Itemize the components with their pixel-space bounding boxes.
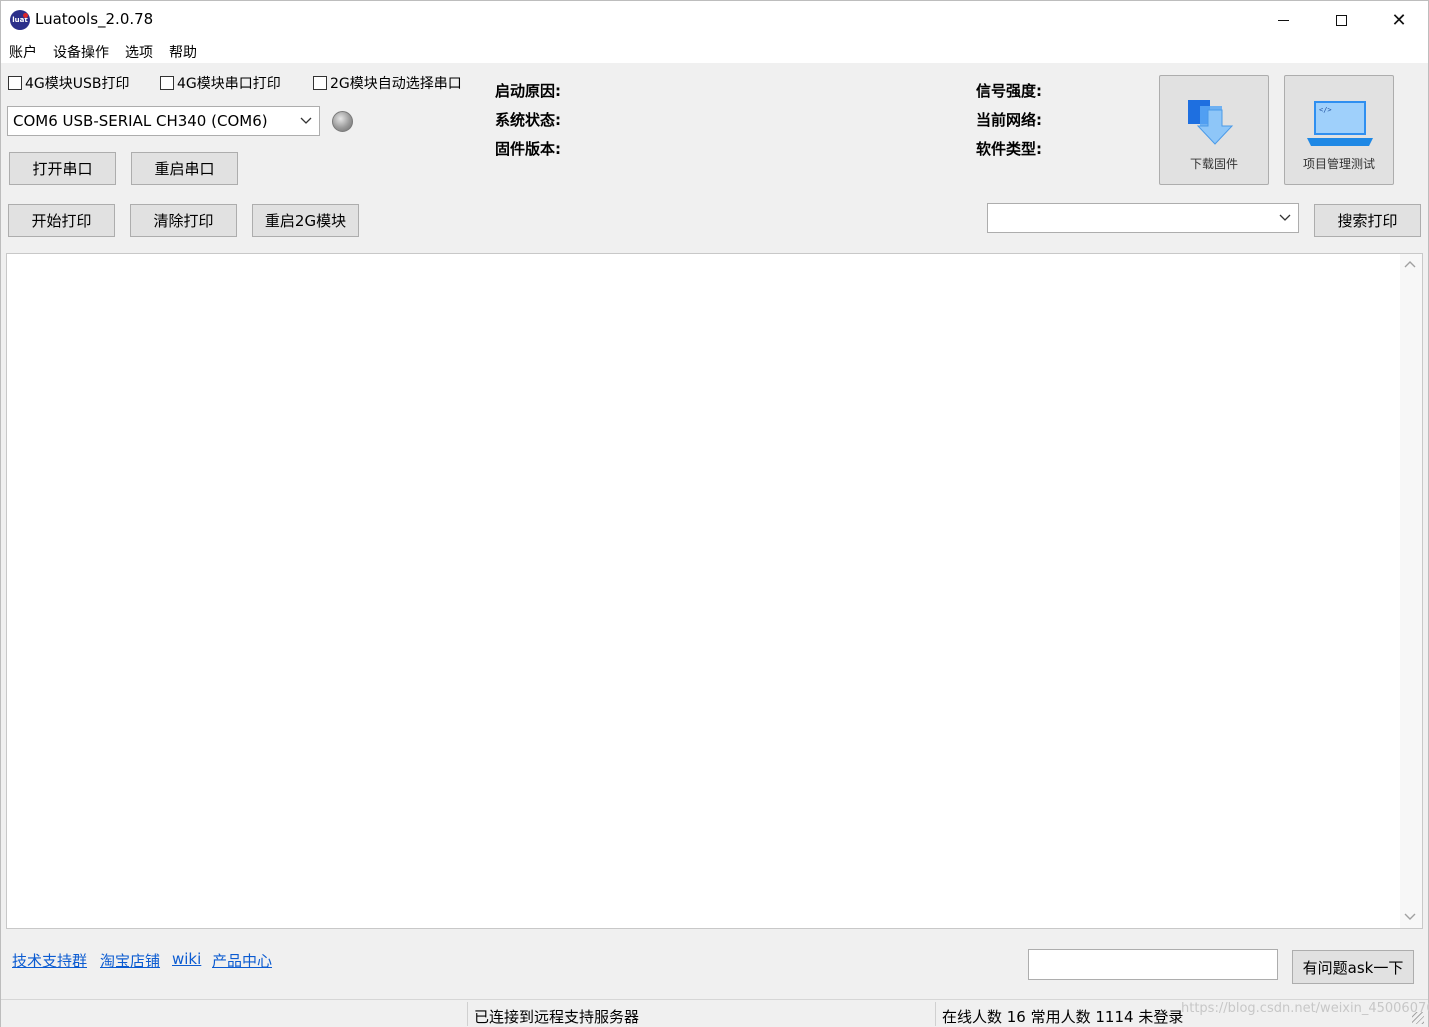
svg-text:</>: </> [1319, 106, 1332, 114]
minimize-icon [1277, 19, 1289, 21]
checkbox-4g-serial-print[interactable]: 4G模块串口打印 [160, 73, 281, 93]
log-output-area[interactable] [6, 253, 1423, 929]
watermark-text: https://blog.csdn.net/weixin_45006076 [1181, 1001, 1429, 1016]
project-management-label: 项目管理测试 [1302, 157, 1375, 171]
status-led-icon [332, 111, 353, 132]
menu-bar: 账户 设备操作 选项 帮助 [1, 39, 1428, 63]
chevron-down-icon [299, 113, 313, 127]
download-firmware-label: 下载固件 [1189, 157, 1238, 171]
firmware-version-label: 固件版本: [495, 140, 561, 158]
maximize-button[interactable] [1312, 1, 1370, 39]
scroll-down-icon[interactable] [1404, 911, 1416, 924]
luatools-window: luat Luatools_2.0.78 ✕ 账户 设备操作 选项 帮助 4G模… [0, 0, 1429, 1027]
link-product-center[interactable]: 产品中心 [212, 950, 272, 971]
checkbox-4g-usb-print[interactable]: 4G模块USB打印 [8, 73, 130, 93]
app-logo-icon: luat [10, 10, 30, 30]
checkbox-box[interactable] [8, 76, 22, 90]
software-type-label: 软件类型: [976, 140, 1042, 158]
minimize-button[interactable] [1254, 1, 1312, 39]
current-network-label: 当前网络: [976, 111, 1042, 129]
clear-print-button[interactable]: 清除打印 [130, 204, 237, 237]
server-status-text: 已连接到远程支持服务器 [474, 1008, 640, 1026]
restart-2g-button[interactable]: 重启2G模块 [252, 204, 359, 237]
menu-account[interactable]: 账户 [1, 39, 45, 63]
scroll-up-icon[interactable] [1404, 258, 1416, 271]
close-icon: ✕ [1391, 9, 1407, 31]
download-firmware-button[interactable]: 下载固件 [1159, 75, 1269, 185]
checkbox-2g-auto-port[interactable]: 2G模块自动选择串口 [313, 73, 462, 93]
checkbox-label: 2G模块自动选择串口 [330, 76, 462, 92]
restart-port-button[interactable]: 重启串口 [131, 152, 238, 185]
checkbox-label: 4G模块串口打印 [177, 76, 281, 92]
laptop-code-icon: </> [1305, 100, 1375, 154]
menu-device-ops[interactable]: 设备操作 [45, 39, 117, 63]
window-title: Luatools_2.0.78 [35, 10, 154, 28]
chevron-down-icon [1278, 210, 1292, 224]
status-separator [935, 1002, 936, 1026]
ask-input[interactable] [1028, 949, 1278, 980]
close-button[interactable]: ✕ [1370, 1, 1428, 39]
ask-button[interactable]: 有问题ask一下 [1292, 950, 1414, 984]
project-management-button[interactable]: </> 项目管理测试 [1284, 75, 1394, 185]
start-print-button[interactable]: 开始打印 [8, 204, 115, 237]
com-port-select[interactable]: COM6 USB-SERIAL CH340 (COM6) [7, 106, 320, 136]
search-print-select[interactable] [987, 203, 1299, 233]
checkbox-box[interactable] [160, 76, 174, 90]
com-port-value: COM6 USB-SERIAL CH340 (COM6) [13, 112, 268, 130]
online-count-text: 在线人数 16 常用人数 1114 未登录 [942, 1008, 1184, 1026]
menu-options[interactable]: 选项 [117, 39, 161, 63]
checkbox-box[interactable] [313, 76, 327, 90]
menu-help[interactable]: 帮助 [161, 39, 205, 63]
signal-strength-label: 信号强度: [976, 82, 1042, 100]
system-status-label: 系统状态: [495, 111, 561, 129]
checkbox-label: 4G模块USB打印 [25, 76, 130, 92]
open-port-button[interactable]: 打开串口 [9, 152, 116, 185]
title-bar: luat Luatools_2.0.78 ✕ [1, 1, 1428, 39]
link-wiki[interactable]: wiki [172, 950, 201, 968]
maximize-icon [1335, 14, 1347, 26]
search-print-button[interactable]: 搜索打印 [1314, 204, 1421, 237]
log-scrollbar[interactable] [1400, 254, 1422, 928]
boot-reason-label: 启动原因: [495, 82, 561, 100]
download-icon [1186, 98, 1244, 158]
status-separator [467, 1002, 468, 1026]
link-taobao-shop[interactable]: 淘宝店铺 [100, 950, 160, 971]
link-tech-support[interactable]: 技术支持群 [12, 950, 87, 971]
